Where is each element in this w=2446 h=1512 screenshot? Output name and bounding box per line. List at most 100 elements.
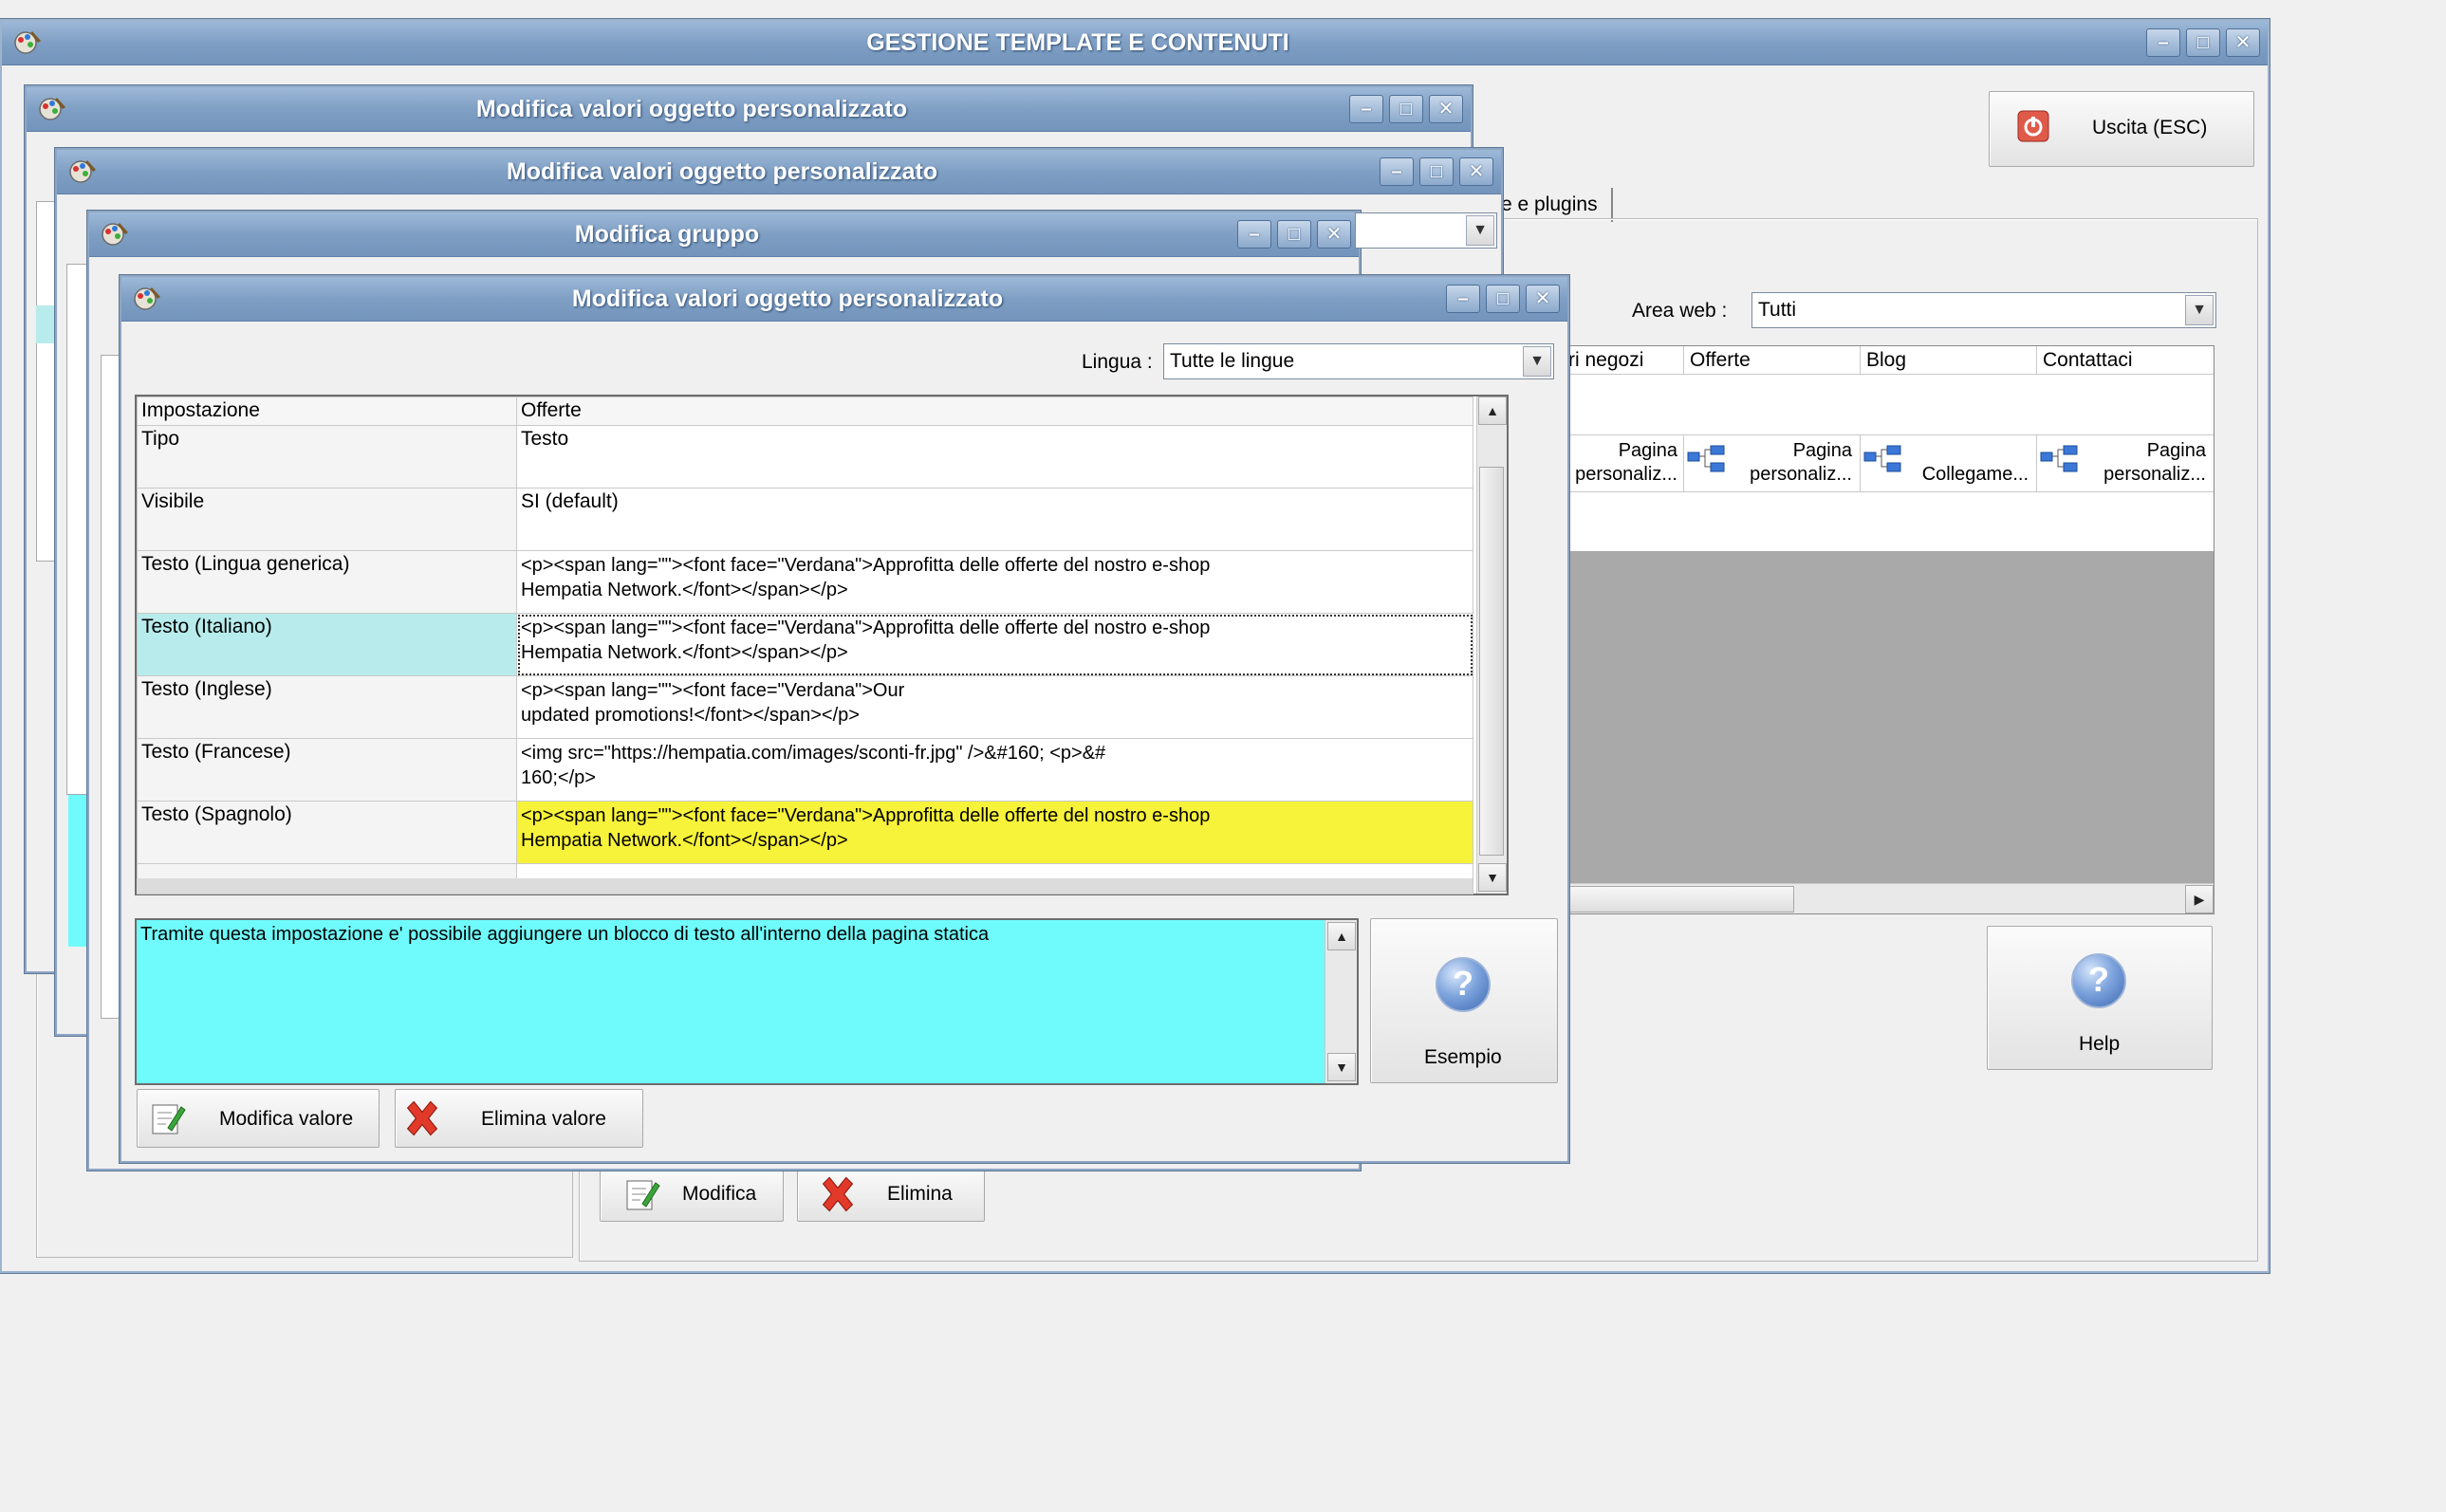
- delete-button[interactable]: Elimina: [797, 1167, 985, 1222]
- bg-select[interactable]: ▼: [1355, 212, 1497, 249]
- scroll-up-icon[interactable]: ▲: [1327, 922, 1356, 950]
- chevron-down-icon[interactable]: ▼: [2185, 295, 2214, 325]
- setting-value[interactable]: SI (default): [516, 488, 1473, 551]
- scrollbar-thumb[interactable]: [1566, 886, 1794, 913]
- delete-value-button[interactable]: Elimina valore: [395, 1089, 643, 1148]
- edit-icon: [152, 1104, 186, 1134]
- close-icon[interactable]: ✕: [1429, 95, 1463, 123]
- area-web-label: Area web :: [1632, 300, 1728, 322]
- help-button[interactable]: ? Help: [1987, 926, 2213, 1070]
- pages-grid: ri negozi Offerte Blog Contattaci Pagina…: [1566, 345, 2214, 914]
- grid-header-3: Blog: [1861, 346, 2037, 375]
- sitemap-icon: [2040, 445, 2078, 472]
- grid-header-setting: Impostazione: [137, 396, 517, 426]
- main-titlebar[interactable]: GESTIONE TEMPLATE E CONTENUTI – □ ✕: [2, 21, 2268, 65]
- help-icon: ?: [2071, 953, 2126, 1008]
- scroll-right-icon[interactable]: ▶: [2185, 885, 2214, 913]
- close-icon[interactable]: ✕: [1526, 285, 1560, 313]
- grid-row[interactable]: Tipo Testo: [137, 425, 1473, 489]
- setting-value[interactable]: <p><span lang=""><font face="Verdana">Ap…: [516, 550, 1473, 614]
- chevron-down-icon[interactable]: ▼: [1466, 215, 1494, 246]
- close-icon[interactable]: ✕: [1459, 157, 1493, 186]
- bg-window-3-title: Modifica gruppo: [574, 221, 760, 248]
- grid-row-selected[interactable]: Testo (Italiano) <p><span lang=""><font …: [137, 613, 1473, 676]
- minimize-icon[interactable]: –: [1237, 220, 1271, 249]
- area-web-value: Tutti: [1758, 299, 1797, 321]
- lingua-label: Lingua :: [1082, 351, 1153, 373]
- main-window-title: GESTIONE TEMPLATE E CONTENUTI: [866, 29, 1289, 56]
- bg-window-2-titlebar[interactable]: Modifica valori oggetto personalizzato –…: [57, 150, 1501, 194]
- maximize-icon[interactable]: □: [1277, 220, 1311, 249]
- grid-header-4: Contattaci: [2037, 346, 2214, 375]
- setting-value[interactable]: <img src="https://hempatia.com/images/sc…: [516, 738, 1473, 802]
- app-icon: [14, 31, 41, 54]
- delete-button-label: Elimina: [887, 1183, 953, 1205]
- maximize-icon[interactable]: □: [1419, 157, 1454, 186]
- delete-icon: [822, 1176, 854, 1212]
- sitemap-icon: [1863, 445, 1901, 472]
- app-icon: [102, 223, 128, 246]
- grid-row[interactable]: Visibile SI (default): [137, 488, 1473, 551]
- sitemap-icon: [1687, 445, 1725, 472]
- lingua-value: Tutte le lingue: [1170, 350, 1295, 372]
- description-text: Tramite questa impostazione e' possibile…: [140, 924, 990, 945]
- setting-value[interactable]: <p><span lang=""><font face="Verdana">Ap…: [516, 613, 1473, 676]
- bg-window-1-title: Modifica valori oggetto personalizzato: [475, 96, 908, 122]
- scroll-up-icon[interactable]: ▲: [1478, 396, 1507, 425]
- area-web-select[interactable]: Tutti ▼: [1751, 292, 2216, 328]
- grid-row[interactable]: Testo (Lingua generica) <p><span lang=""…: [137, 550, 1473, 614]
- grid-cell[interactable]: Collegame...: [1861, 435, 2037, 492]
- modify-value-label: Modifica valore: [219, 1108, 354, 1130]
- dialog-titlebar[interactable]: Modifica valori oggetto personalizzato –…: [121, 277, 1567, 322]
- minimize-icon[interactable]: –: [1380, 157, 1414, 186]
- setting-name: Testo (Inglese): [137, 675, 517, 739]
- setting-value[interactable]: <p><span lang=""><font face="Verdana">Ou…: [516, 675, 1473, 739]
- grid-vertical-scrollbar[interactable]: ▲ ▼: [1476, 396, 1507, 894]
- scroll-down-icon[interactable]: ▼: [1327, 1053, 1356, 1081]
- lingua-select[interactable]: Tutte le lingue ▼: [1163, 343, 1554, 379]
- grid-cell[interactable]: Pagina personaliz...: [2037, 435, 2214, 492]
- close-icon[interactable]: ✕: [2226, 28, 2260, 57]
- delete-icon: [406, 1100, 438, 1136]
- maximize-icon[interactable]: □: [2186, 28, 2220, 57]
- maximize-icon[interactable]: □: [1486, 285, 1520, 313]
- setting-name: Testo (Spagnolo): [137, 801, 517, 864]
- grid-cell[interactable]: Pagina personaliz...: [1566, 435, 1684, 492]
- bg-window-1-titlebar[interactable]: Modifica valori oggetto personalizzato –…: [27, 87, 1471, 132]
- grid-row[interactable]: Testo (Inglese) <p><span lang=""><font f…: [137, 675, 1473, 739]
- minimize-icon[interactable]: –: [2146, 28, 2180, 57]
- description-scrollbar[interactable]: ▲ ▼: [1325, 920, 1357, 1083]
- setting-name: Testo (Italiano): [137, 613, 517, 676]
- scroll-down-icon[interactable]: ▼: [1478, 863, 1507, 892]
- horizontal-scrollbar[interactable]: ▶: [1566, 883, 2214, 913]
- app-icon: [134, 287, 160, 310]
- scrollbar-thumb[interactable]: [1479, 467, 1504, 856]
- chevron-down-icon[interactable]: ▼: [1523, 346, 1551, 377]
- dialog-window: Modifica valori oggetto personalizzato –…: [120, 275, 1569, 1163]
- app-icon: [69, 160, 96, 183]
- setting-name: Testo (Lingua generica): [137, 550, 517, 614]
- power-icon: [2017, 110, 2049, 142]
- modify-button[interactable]: Modifica: [600, 1167, 784, 1222]
- edit-icon: [626, 1180, 660, 1210]
- modify-button-label: Modifica: [682, 1183, 757, 1205]
- setting-value[interactable]: <p><span lang=""><font face="Verdana">Ap…: [516, 801, 1473, 864]
- setting-value[interactable]: Testo: [516, 425, 1473, 489]
- minimize-icon[interactable]: –: [1446, 285, 1480, 313]
- settings-grid: Impostazione Offerte Tipo Testo Visibile…: [135, 395, 1509, 895]
- modify-value-button[interactable]: Modifica valore: [137, 1089, 380, 1148]
- grid-row-highlighted[interactable]: Testo (Spagnolo) <p><span lang=""><font …: [137, 801, 1473, 864]
- setting-name: Tipo: [137, 425, 517, 489]
- minimize-icon[interactable]: –: [1349, 95, 1383, 123]
- bg-window-3-titlebar[interactable]: Modifica gruppo – □ ✕: [89, 212, 1359, 257]
- exit-button[interactable]: Uscita (ESC): [1989, 91, 2254, 167]
- grid-cell[interactable]: Pagina personaliz...: [1684, 435, 1861, 492]
- example-button[interactable]: ? Esempio: [1370, 918, 1558, 1083]
- maximize-icon[interactable]: □: [1389, 95, 1423, 123]
- tab-plugins[interactable]: e e plugins: [1499, 188, 1613, 222]
- exit-button-label: Uscita (ESC): [2092, 117, 2208, 138]
- bg-window-2-title: Modifica valori oggetto personalizzato: [506, 158, 938, 185]
- description-box[interactable]: Tramite questa impostazione e' possibile…: [135, 918, 1359, 1085]
- close-icon[interactable]: ✕: [1317, 220, 1351, 249]
- grid-row[interactable]: Testo (Francese) <img src="https://hempa…: [137, 738, 1473, 802]
